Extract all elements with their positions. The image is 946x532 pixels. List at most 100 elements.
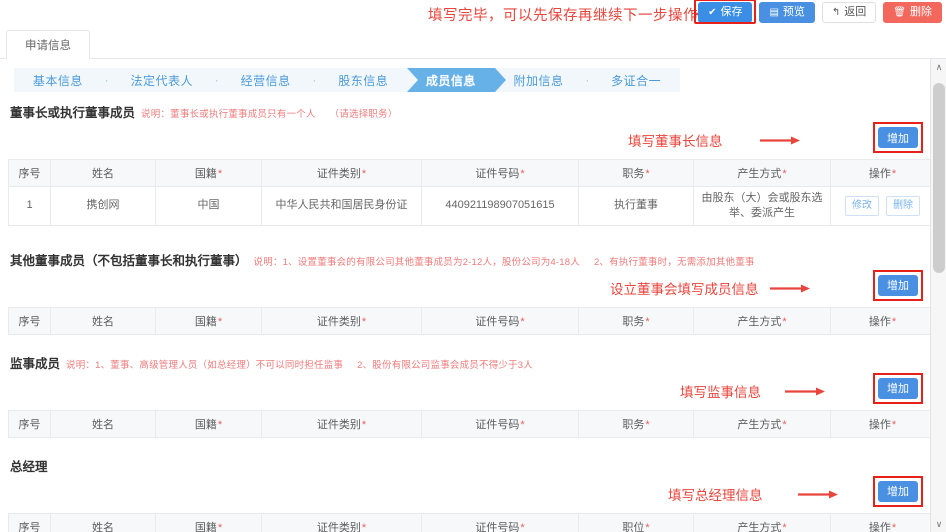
column-header-operation: 操作* bbox=[831, 513, 935, 532]
required-mark: * bbox=[645, 316, 649, 328]
add-supervisor-button[interactable]: 增加 bbox=[878, 378, 918, 399]
column-header-cert-no: 证件号码* bbox=[422, 410, 579, 437]
vertical-scrollbar[interactable]: ∧ ∨ bbox=[930, 59, 946, 532]
required-mark: * bbox=[520, 316, 524, 328]
annotation-arrow-icon bbox=[770, 284, 810, 293]
table-supervisors: 序号 姓名 国籍* 证件类别* 证件号码* 职务* 产生方式* 操作* bbox=[8, 410, 935, 438]
scroll-down-icon[interactable]: ∨ bbox=[931, 516, 946, 532]
table-header-row: 序号 姓名 国籍* 证件类别* 证件号码* 职位* 产生方式* 操作* bbox=[9, 513, 935, 532]
step-legal-representative[interactable]: 法定代表人 bbox=[112, 68, 212, 92]
add-row-supervisors: 填写监事信息 增加 bbox=[8, 378, 938, 408]
step-separator-2: · bbox=[309, 68, 319, 92]
section-header-chairman: 董事长或执行董事成员 说明：董事长或执行董事成员只有一个人 （请选择职务） bbox=[10, 102, 938, 121]
column-header-operation: 操作* bbox=[831, 307, 935, 334]
column-header-seq: 序号 bbox=[9, 307, 51, 334]
header-text: 序号 bbox=[19, 316, 41, 328]
step-separator-0: · bbox=[102, 68, 112, 92]
section-note-secondary: 2、有执行董事时，无需添加其他董事 bbox=[594, 254, 755, 268]
step-basic-info[interactable]: 基本信息 bbox=[14, 68, 102, 92]
section-note: 说明：1、董事、高级管理人员（如总经理）不可以同时担任监事 bbox=[66, 357, 343, 371]
step-member-info[interactable]: 成员信息 bbox=[407, 68, 495, 92]
section-header-general-manager: 总经理 bbox=[10, 456, 938, 475]
section-note: 说明：董事长或执行董事成员只有一个人 bbox=[141, 106, 316, 120]
header-text: 序号 bbox=[19, 419, 41, 431]
tab-label: 申请信息 bbox=[25, 37, 71, 53]
delete-row-button[interactable]: 删除 bbox=[886, 196, 920, 216]
add-button-label: 增加 bbox=[887, 277, 909, 293]
header-text: 姓名 bbox=[92, 316, 114, 328]
preview-button[interactable]: ▤ 预览 bbox=[759, 2, 814, 23]
tab-application-info[interactable]: 申请信息 bbox=[6, 30, 90, 59]
add-button-label: 增加 bbox=[887, 380, 909, 396]
header-text: 操作 bbox=[869, 522, 891, 532]
section-title: 其他董事成员（不包括董事长和执行董事） bbox=[10, 250, 248, 269]
step-label: 法定代表人 bbox=[130, 72, 193, 89]
step-separator-3: · bbox=[582, 68, 592, 92]
column-header-seq: 序号 bbox=[9, 160, 51, 187]
cell-seq: 1 bbox=[9, 187, 51, 226]
add-general-manager-button[interactable]: 增加 bbox=[878, 481, 918, 502]
header-text: 证件类别 bbox=[317, 522, 361, 532]
column-header-position: 职务* bbox=[579, 160, 694, 187]
section-note-secondary: （请选择职务） bbox=[330, 106, 398, 120]
column-header-seq: 序号 bbox=[9, 513, 51, 532]
column-header-cert-no: 证件号码* bbox=[422, 513, 579, 532]
add-other-director-button[interactable]: 增加 bbox=[878, 275, 918, 296]
step-multi-cert-in-one[interactable]: 多证合一 bbox=[592, 68, 680, 92]
column-header-origin: 产生方式* bbox=[694, 410, 831, 437]
column-header-cert-no: 证件号码* bbox=[422, 160, 579, 187]
step-business-info[interactable]: 经营信息 bbox=[222, 68, 310, 92]
scroll-up-icon[interactable]: ∧ bbox=[931, 59, 946, 75]
column-header-operation: 操作* bbox=[831, 160, 935, 187]
table-other-directors: 序号 姓名 国籍* 证件类别* 证件号码* 职务* 产生方式* 操作* bbox=[8, 307, 935, 335]
table-general-manager: 序号 姓名 国籍* 证件类别* 证件号码* 职位* 产生方式* 操作* bbox=[8, 513, 935, 532]
section-note: 说明：1、设置董事会的有限公司其他董事成员为2-12人，股份公司为4-18人 bbox=[254, 254, 580, 268]
required-mark: * bbox=[218, 522, 222, 532]
column-header-seq: 序号 bbox=[9, 410, 51, 437]
step-label: 多证合一 bbox=[611, 72, 661, 89]
column-header-cert-type: 证件类别* bbox=[262, 160, 422, 187]
header-text: 证件号码 bbox=[475, 168, 519, 180]
required-mark: * bbox=[362, 522, 366, 532]
required-mark: * bbox=[645, 168, 649, 180]
column-header-origin: 产生方式* bbox=[694, 513, 831, 532]
table-header-row: 序号 姓名 国籍* 证件类别* 证件号码* 职务* 产生方式* 操作* bbox=[9, 307, 935, 334]
step-additional-info[interactable]: 附加信息 bbox=[495, 68, 583, 92]
header-text: 序号 bbox=[19, 168, 41, 180]
edit-row-button[interactable]: 修改 bbox=[845, 196, 879, 216]
scrollbar-thumb[interactable] bbox=[933, 83, 945, 273]
required-mark: * bbox=[645, 522, 649, 532]
delete-button[interactable]: 🗑 删除 bbox=[883, 2, 942, 23]
column-header-origin: 产生方式* bbox=[694, 307, 831, 334]
annotation-fill-chairman: 填写董事长信息 bbox=[628, 130, 723, 150]
column-header-name: 姓名 bbox=[51, 160, 156, 187]
form-body: 基本信息 · 法定代表人 · 经营信息 · 股东信息 成员信息 附加信息 · 多… bbox=[0, 59, 946, 532]
step-navigation: 基本信息 · 法定代表人 · 经营信息 · 股东信息 成员信息 附加信息 · 多… bbox=[14, 68, 680, 92]
annotation-arrow-icon bbox=[798, 490, 838, 499]
back-button[interactable]: ↰ 返回 bbox=[822, 2, 876, 23]
save-button[interactable]: ✔ 保存 bbox=[698, 2, 752, 23]
section-header-supervisors: 监事成员 说明：1、董事、高级管理人员（如总经理）不可以同时担任监事 2、股份有… bbox=[10, 353, 938, 372]
back-button-label: 返回 bbox=[844, 7, 866, 18]
top-action-bar: 填写完毕，可以先保存再继续下一步操作 ✔ 保存 ▤ 预览 ↰ 返回 🗑 删除 bbox=[0, 0, 946, 28]
step-separator-1: · bbox=[212, 68, 222, 92]
step-label: 基本信息 bbox=[33, 72, 83, 89]
section-title: 总经理 bbox=[10, 456, 48, 475]
required-mark: * bbox=[520, 522, 524, 532]
header-text: 证件类别 bbox=[317, 168, 361, 180]
column-header-nationality: 国籍* bbox=[156, 513, 262, 532]
add-chairman-button[interactable]: 增加 bbox=[878, 127, 918, 148]
add-row-general-manager: 填写总经理信息 增加 bbox=[8, 481, 938, 511]
header-text: 序号 bbox=[19, 522, 41, 532]
cell-origin: 由股东（大）会或股东选举、委派产生 bbox=[694, 187, 831, 226]
check-icon: ✔ bbox=[708, 8, 716, 18]
back-arrow-icon: ↰ bbox=[832, 8, 840, 18]
column-header-nationality: 国籍* bbox=[156, 410, 262, 437]
required-mark: * bbox=[892, 168, 896, 180]
step-shareholder-info[interactable]: 股东信息 bbox=[319, 68, 407, 92]
list-icon: ▤ bbox=[769, 8, 778, 18]
annotation-save-hint: 填写完毕，可以先保存再继续下一步操作 bbox=[428, 4, 698, 25]
required-mark: * bbox=[782, 168, 786, 180]
cell-cert-type: 中华人民共和国居民身份证 bbox=[262, 187, 422, 226]
header-text: 证件号码 bbox=[475, 316, 519, 328]
